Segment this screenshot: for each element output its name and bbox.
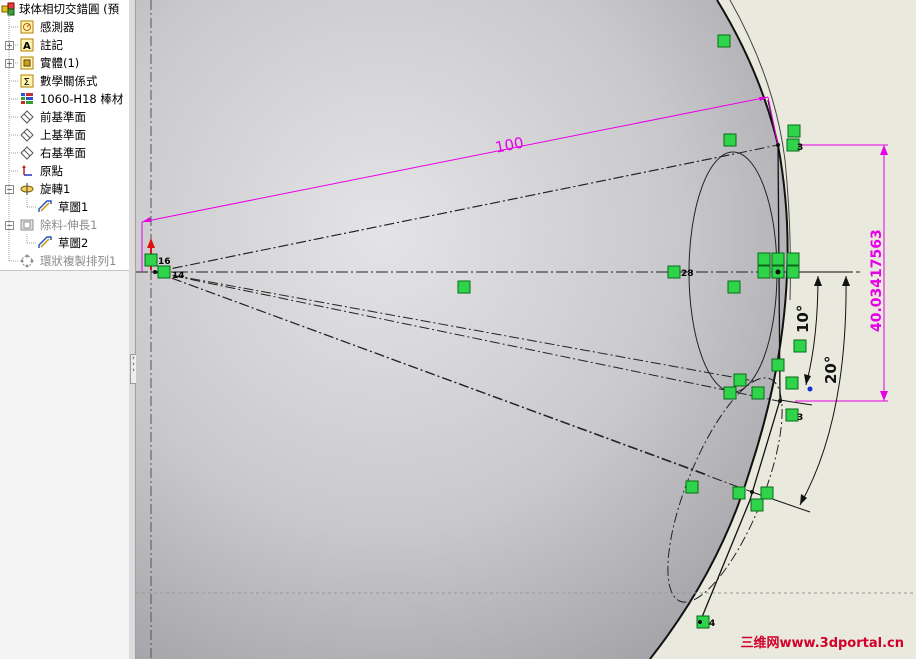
- svg-text:A: A: [23, 41, 31, 52]
- sketch-icon: [38, 200, 52, 212]
- tree-item-label: 右基準面: [40, 146, 86, 160]
- graphics-area[interactable]: 100 40.03417563 10° 20° 16 14 28 3 3 4: [136, 0, 916, 659]
- relation-badge: [787, 124, 801, 138]
- expand-icon[interactable]: +: [5, 41, 14, 50]
- collapse-icon[interactable]: −: [5, 221, 14, 230]
- dimension-angle-large-value[interactable]: 20°: [822, 356, 840, 384]
- dimension-angle-small-value[interactable]: 10°: [794, 305, 812, 333]
- expand-icon[interactable]: +: [5, 59, 14, 68]
- tree-item-label: 草圖1: [58, 200, 89, 214]
- equation-icon: Σ: [20, 74, 34, 88]
- relation-badge: [732, 486, 746, 500]
- tree-item-label: 註記: [40, 38, 63, 52]
- relation-badge: [785, 376, 799, 390]
- relation-badge: [771, 358, 785, 372]
- tree-part-label: 球体相切交錯圓 (預: [19, 2, 120, 16]
- relation-badge: [786, 265, 800, 279]
- plane-icon: [20, 110, 34, 124]
- sphere-face[interactable]: [136, 0, 788, 659]
- relation-badge: [757, 265, 771, 279]
- feature-manager-tree: 球体相切交錯圓 (預 感測器 + A 註記 + 實體(1) Σ 數學關係式 10…: [0, 0, 130, 659]
- solid-body-icon: [20, 56, 34, 70]
- tree-item-label: 旋轉1: [40, 182, 71, 196]
- svg-text:28: 28: [681, 269, 694, 279]
- relation-badge: [760, 486, 774, 500]
- tree-item-label: 數學關係式: [40, 74, 98, 88]
- cut-extrude-icon: [20, 219, 34, 231]
- relation-badge: [457, 280, 471, 294]
- relation-badge: [793, 339, 807, 353]
- material-icon: [21, 93, 33, 104]
- dimension-height[interactable]: 40.03417563: [795, 144, 888, 402]
- plane-icon: [20, 146, 34, 160]
- relation-badge: [157, 265, 171, 279]
- circular-pattern-icon: [20, 254, 34, 268]
- plane-icon: [20, 128, 34, 142]
- svg-text:16: 16: [158, 257, 171, 267]
- svg-text:3: 3: [797, 413, 803, 423]
- part-icon: [1, 2, 15, 16]
- tree-empty-area: [0, 270, 129, 659]
- relation-badge: [723, 133, 737, 147]
- tree-item-label: 1060-H18 棒材: [40, 92, 124, 106]
- watermark-text: 三维网www.3dportal.cn: [740, 636, 904, 651]
- origin-icon: [22, 165, 32, 176]
- relation-badge: [750, 498, 764, 512]
- relation-badge: [144, 253, 158, 267]
- relation-badge: [771, 252, 785, 266]
- tree-item-label: 環狀複製排列1: [40, 254, 117, 268]
- relation-badge: [727, 280, 741, 294]
- revolve-icon: [20, 183, 34, 195]
- tree-item-label: 草圖2: [58, 236, 89, 250]
- sensor-icon: [20, 20, 34, 34]
- relation-badge: [757, 252, 771, 266]
- tree-item-label: 實體(1): [40, 56, 80, 70]
- relation-badge: [723, 386, 737, 400]
- relation-badge: [717, 34, 731, 48]
- svg-text:Σ: Σ: [24, 77, 30, 88]
- tree-item-label: 感測器: [40, 20, 75, 34]
- annotation-icon: A: [20, 38, 34, 52]
- relation-badge: [685, 480, 699, 494]
- panel-splitter[interactable]: [129, 0, 136, 659]
- relation-badge: [786, 252, 800, 266]
- dimension-height-value[interactable]: 40.03417563: [869, 229, 885, 332]
- tree-item-label: 除料-伸長1: [40, 218, 98, 232]
- collapse-icon[interactable]: −: [5, 185, 14, 194]
- relation-badge: [733, 373, 747, 387]
- relation-badge: [667, 265, 681, 279]
- svg-text:3: 3: [797, 143, 803, 153]
- svg-text:14: 14: [172, 271, 185, 281]
- sketch-icon: [38, 236, 52, 248]
- relation-badge: [751, 386, 765, 400]
- tree-item-label: 上基準面: [40, 128, 86, 142]
- tree-item-label: 前基準面: [40, 110, 86, 124]
- svg-text:4: 4: [709, 619, 715, 629]
- tree-item-label: 原點: [40, 164, 63, 178]
